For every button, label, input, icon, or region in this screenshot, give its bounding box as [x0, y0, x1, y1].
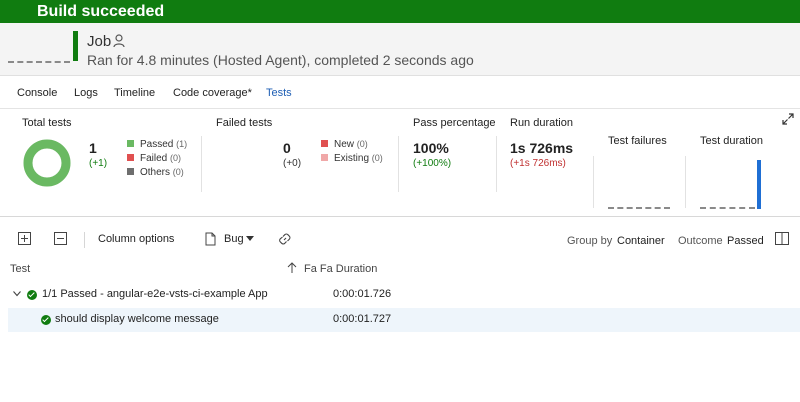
bug-dropdown[interactable]: Bug	[205, 232, 265, 248]
test-case-duration: 0:00:01.727	[333, 313, 392, 325]
legend-passed: Passed (1)	[127, 139, 187, 150]
job-title[interactable]: Job	[87, 33, 111, 50]
pass-percentage-label: Pass percentage	[413, 117, 496, 129]
test-group-duration: 0:00:01.726	[333, 288, 392, 300]
test-duration-label: Test duration	[700, 135, 763, 147]
test-group-name: 1/1 Passed - angular-e2e-vsts-ci-example…	[42, 288, 268, 300]
legend-new: New (0)	[321, 139, 368, 150]
mini-chart-axis	[685, 156, 686, 208]
legend-new-count: (0)	[356, 139, 368, 149]
tab-code-coverage[interactable]: Code coverage*	[173, 86, 252, 100]
passed-swatch	[127, 140, 134, 147]
new-swatch	[321, 140, 328, 147]
test-failures-label: Test failures	[608, 135, 667, 147]
summary-divider	[496, 136, 497, 192]
legend-existing-count: (0)	[371, 153, 383, 163]
job-status-bar	[73, 31, 78, 61]
test-case-name: should display welcome message	[55, 313, 219, 325]
test-duration-baseline	[700, 207, 755, 209]
test-failures-baseline	[608, 207, 670, 209]
summary-divider	[201, 136, 202, 192]
existing-swatch	[321, 154, 328, 161]
group-by-label: Group by	[567, 235, 613, 247]
chevron-down-icon[interactable]	[13, 291, 21, 297]
results-grid-header: Test Fa Fa Duration	[0, 258, 800, 280]
passed-check-icon	[41, 315, 51, 325]
legend-failed: Failed (0)	[127, 153, 181, 164]
legend-others: Others (0)	[127, 167, 184, 178]
test-duration-bar	[757, 160, 761, 209]
others-swatch	[127, 168, 134, 175]
plus-square-icon[interactable]	[18, 232, 31, 245]
column-options-button[interactable]: Column options	[98, 233, 174, 245]
minus-square-icon[interactable]	[54, 232, 67, 245]
timeline-connector	[8, 61, 70, 63]
tab-bar: Console Logs Timeline Code coverage* Tes…	[0, 77, 800, 109]
failed-swatch	[127, 154, 134, 161]
legend-passed-label: Passed	[140, 139, 174, 150]
build-status-title: Build succeeded	[37, 3, 165, 20]
run-duration-value: 1s 726ms	[510, 140, 574, 156]
failed-tests-count: 0	[283, 140, 291, 156]
tab-tests[interactable]: Tests	[266, 86, 292, 100]
table-row[interactable]: should display welcome message 0:00:01.7…	[8, 308, 800, 332]
run-duration-label: Run duration	[510, 117, 573, 129]
legend-passed-count: (1)	[176, 139, 188, 149]
tab-console[interactable]: Console	[17, 86, 57, 100]
failed-tests-label: Failed tests	[216, 117, 273, 129]
total-tests-label: Total tests	[22, 117, 72, 129]
person-icon	[113, 34, 125, 48]
outcome-label: Outcome	[678, 235, 723, 247]
bug-label: Bug	[224, 233, 244, 245]
legend-others-label: Others	[140, 167, 171, 178]
outcome-dropdown[interactable]: Passed	[727, 235, 764, 247]
group-by-dropdown[interactable]: Container	[617, 235, 665, 247]
legend-failed-label: Failed	[140, 153, 168, 164]
passed-check-icon	[27, 290, 37, 300]
total-tests-count: 1	[89, 140, 97, 156]
table-row-group[interactable]: 1/1 Passed - angular-e2e-vsts-ci-example…	[8, 283, 800, 307]
donut-passed-arc	[23, 139, 71, 187]
sort-up-arrow-icon[interactable]	[287, 262, 297, 274]
column-header-duration[interactable]: Fa Fa Duration	[304, 263, 377, 275]
summary-divider	[398, 136, 399, 192]
expand-icon[interactable]	[781, 112, 795, 126]
document-icon	[205, 232, 216, 246]
tab-logs[interactable]: Logs	[74, 86, 98, 100]
job-header: Job Ran for 4.8 minutes (Hosted Agent), …	[0, 23, 800, 76]
chevron-down-icon	[246, 236, 254, 241]
column-header-test[interactable]: Test	[10, 263, 30, 275]
job-subtitle: Ran for 4.8 minutes (Hosted Agent), comp…	[87, 52, 474, 68]
test-summary: Total tests 1 (+1) Passed (1) Failed (0)…	[0, 110, 800, 217]
pass-donut-chart	[23, 139, 71, 187]
details-pane-icon[interactable]	[775, 232, 789, 245]
link-icon[interactable]	[278, 232, 292, 246]
total-tests-delta: (+1)	[89, 158, 108, 169]
run-duration-delta: (+1s 726ms)	[510, 158, 566, 169]
toolbar-separator	[84, 232, 85, 248]
pass-percentage-value: 100%	[413, 140, 449, 156]
legend-new-label: New	[334, 139, 355, 150]
tab-timeline[interactable]: Timeline	[114, 86, 155, 100]
pass-percentage-delta: (+100%)	[413, 158, 452, 169]
legend-failed-count: (0)	[170, 153, 182, 163]
mini-chart-axis	[593, 156, 594, 208]
legend-others-count: (0)	[172, 167, 184, 177]
legend-existing-label: Existing	[334, 153, 370, 164]
failed-tests-delta: (+0)	[283, 158, 302, 169]
build-status-banner: Build succeeded	[0, 0, 800, 23]
tests-toolbar: Column options Bug Group by Container Ou…	[0, 225, 800, 255]
legend-existing: Existing (0)	[321, 153, 383, 164]
